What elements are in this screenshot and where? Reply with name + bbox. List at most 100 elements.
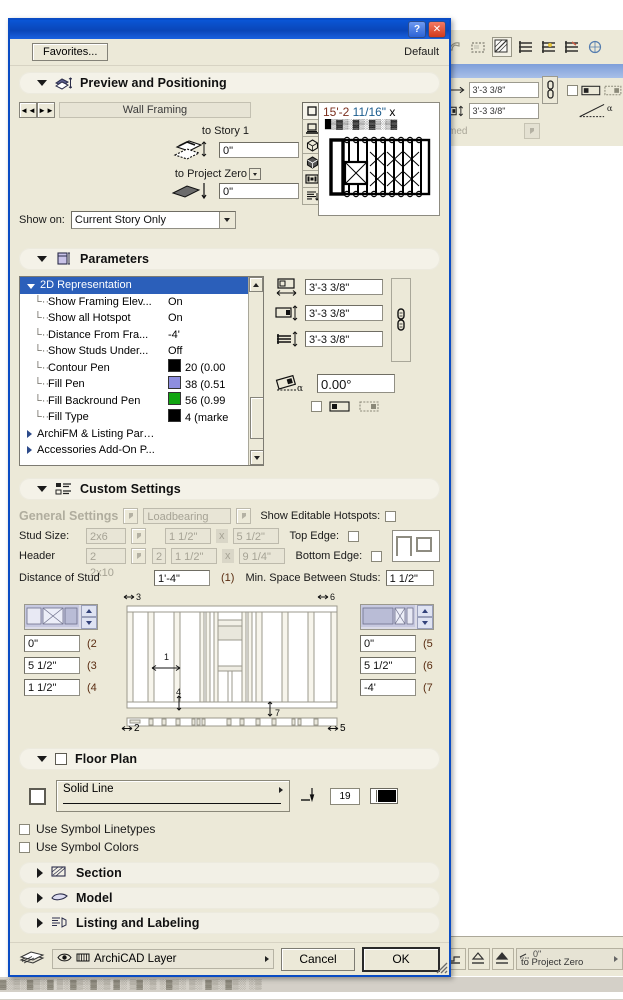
parameter-row[interactable]: Accessories Add-On P... xyxy=(20,442,263,459)
parameter-row[interactable]: └·· Distance From Fra... -4' xyxy=(20,327,263,344)
use-symbol-colors-checkbox[interactable] xyxy=(19,841,30,853)
bg-width-field[interactable]: 3'-3 3/8" xyxy=(469,82,540,98)
stud-preview-left-icon[interactable] xyxy=(24,604,98,630)
depth-field[interactable]: 3'-3 3/8" xyxy=(305,331,383,347)
beam-tool-icon[interactable] xyxy=(517,38,535,56)
pen-nib-icon[interactable] xyxy=(300,786,320,807)
layer-stack-icon[interactable] xyxy=(19,950,45,969)
min-space-between-studs-field[interactable]: 1 1/2" xyxy=(385,570,434,586)
bg-height-field[interactable]: 3'-3 3/8" xyxy=(469,103,540,119)
chevron-down-icon[interactable] xyxy=(37,80,47,86)
general-settings-value-field[interactable]: Loadbearing xyxy=(143,508,232,524)
parameter-row[interactable]: └·· Fill Type 4 (marke xyxy=(20,408,263,426)
ok-button[interactable]: OK xyxy=(362,946,440,972)
stud-size-popup-button[interactable] xyxy=(131,528,146,544)
stud-size-field[interactable]: 2x6 xyxy=(86,528,126,544)
previous-object-button[interactable]: ◄◄ xyxy=(19,102,37,118)
mesh-tool-icon[interactable] xyxy=(586,38,604,56)
chevron-right-icon[interactable] xyxy=(37,893,43,903)
favorites-button[interactable]: Favorites... xyxy=(32,43,109,61)
cancel-button[interactable]: Cancel xyxy=(281,947,355,971)
bottom-edge-checkbox[interactable] xyxy=(371,550,383,562)
bg-elevation-popup-arrow[interactable] xyxy=(614,956,618,962)
proportional-chain-icon[interactable] xyxy=(391,278,411,362)
right-spinner-up-button[interactable] xyxy=(417,605,433,617)
parameter-row[interactable]: └·· Show Framing Elev... On xyxy=(20,294,263,311)
parameter-row[interactable]: └·· Show all Hotspot On xyxy=(20,310,263,327)
section-custom-settings[interactable]: Custom Settings xyxy=(19,478,440,500)
parameter-row[interactable]: └·· Fill Pen 38 (0.51 xyxy=(20,375,263,393)
background-drawing-canvas[interactable] xyxy=(440,146,623,936)
left-spinner-down-button[interactable] xyxy=(81,617,97,629)
stud-width-field[interactable]: 1 1/2" xyxy=(165,528,211,544)
use-symbol-linetypes-row[interactable]: Use Symbol Linetypes xyxy=(19,822,440,836)
mirror-checkbox[interactable] xyxy=(311,401,322,412)
chevron-down-icon[interactable] xyxy=(37,256,47,262)
scroll-up-button[interactable] xyxy=(249,277,263,292)
dialog-titlebar[interactable]: ? ✕ xyxy=(10,20,449,39)
height-field[interactable]: 3'-3 3/8" xyxy=(305,305,383,321)
chevron-right-icon[interactable] xyxy=(37,918,43,928)
story-down-icon[interactable] xyxy=(492,948,514,970)
bg-mirror-checkbox[interactable] xyxy=(567,84,578,96)
mirror-normal-icon[interactable] xyxy=(329,400,351,413)
left-spinner-up-button[interactable] xyxy=(81,605,97,617)
pen-number-field[interactable]: 19 xyxy=(330,787,360,805)
header-height-field[interactable]: 9 1/4" xyxy=(238,548,285,564)
left-framing-field-3[interactable]: 1 1/2" xyxy=(24,679,80,696)
chevron-down-icon[interactable] xyxy=(37,756,47,762)
chevron-right-icon[interactable] xyxy=(27,429,32,438)
use-symbol-linetypes-checkbox[interactable] xyxy=(19,823,30,835)
section-parameters[interactable]: Parameters xyxy=(19,248,440,270)
width-field[interactable]: 3'-3 3/8" xyxy=(305,279,383,295)
linetype-select[interactable]: Solid Line xyxy=(56,780,290,812)
chevron-right-icon[interactable] xyxy=(37,868,43,878)
top-edge-checkbox[interactable] xyxy=(348,530,360,542)
help-question-icon[interactable]: ? xyxy=(408,21,426,38)
use-symbol-colors-row[interactable]: Use Symbol Colors xyxy=(19,840,440,854)
roof-tool-icon[interactable] xyxy=(563,38,581,56)
left-framing-field-1[interactable]: 0" xyxy=(24,635,80,652)
bg-popup-arrow-button[interactable] xyxy=(524,123,541,139)
section-floor-plan[interactable]: Floor Plan xyxy=(19,748,440,770)
chevron-down-icon[interactable] xyxy=(37,486,47,492)
distance-of-stud-field[interactable]: 1'-4" xyxy=(154,570,210,586)
story-home-icon[interactable] xyxy=(468,948,490,970)
show-on-select[interactable]: Current Story Only xyxy=(70,211,236,229)
parameter-row[interactable]: └·· Show Studs Under... Off xyxy=(20,343,263,360)
section-section[interactable]: Section xyxy=(19,862,440,884)
object-preview[interactable]: 15'-2 11/16" x ▉▒▓▒░▓▒░▓▒░▒▓ xyxy=(318,102,440,216)
wall-tool-icon[interactable] xyxy=(492,37,512,57)
show-editable-hotspots-checkbox[interactable] xyxy=(385,510,397,522)
close-x-icon[interactable]: ✕ xyxy=(428,21,446,38)
header-count-field[interactable]: 2 xyxy=(152,548,166,564)
right-framing-field-3[interactable]: -4' xyxy=(360,679,416,696)
project-zero-popup-button[interactable] xyxy=(249,168,261,180)
section-listing-and-labeling[interactable]: Listing and Labeling xyxy=(19,912,440,934)
chain-link-icon[interactable] xyxy=(542,76,559,104)
angle-field[interactable]: 0.00° xyxy=(317,373,395,393)
mirror-flipped-icon[interactable] xyxy=(358,400,380,413)
layer-icon[interactable] xyxy=(76,952,90,966)
chevron-down-icon[interactable] xyxy=(27,283,35,289)
general-settings-popup-button[interactable] xyxy=(123,508,139,524)
parameters-list[interactable]: 2D Representation └·· Show Framing Elev...… xyxy=(19,276,264,466)
pen-color-swatch-icon[interactable] xyxy=(370,788,398,804)
layer-popup-arrow[interactable] xyxy=(265,956,269,962)
header-type-field[interactable]: 2 2x10 xyxy=(86,548,126,579)
header-width-field[interactable]: 1 1/2" xyxy=(171,548,217,564)
parameter-row[interactable]: └·· Contour Pen 20 (0.00 xyxy=(20,359,263,377)
bg-elevation-field[interactable]: 0" to Project Zero xyxy=(516,948,623,970)
scroll-down-button[interactable] xyxy=(250,450,263,465)
marquee-icon[interactable] xyxy=(469,38,487,56)
right-framing-field-1[interactable]: 0" xyxy=(360,635,416,652)
resize-grip-icon[interactable] xyxy=(434,960,448,974)
column-tool-icon[interactable] xyxy=(540,38,558,56)
scrollbar-thumb[interactable] xyxy=(250,397,263,439)
stud-height-field[interactable]: 5 1/2" xyxy=(232,528,279,544)
stud-preview-right-icon[interactable] xyxy=(360,604,434,630)
chevron-right-icon[interactable] xyxy=(27,446,32,455)
linetype-enable-checkbox[interactable] xyxy=(29,787,46,805)
next-object-button[interactable]: ►► xyxy=(37,102,55,118)
chevron-down-icon[interactable] xyxy=(218,212,235,228)
